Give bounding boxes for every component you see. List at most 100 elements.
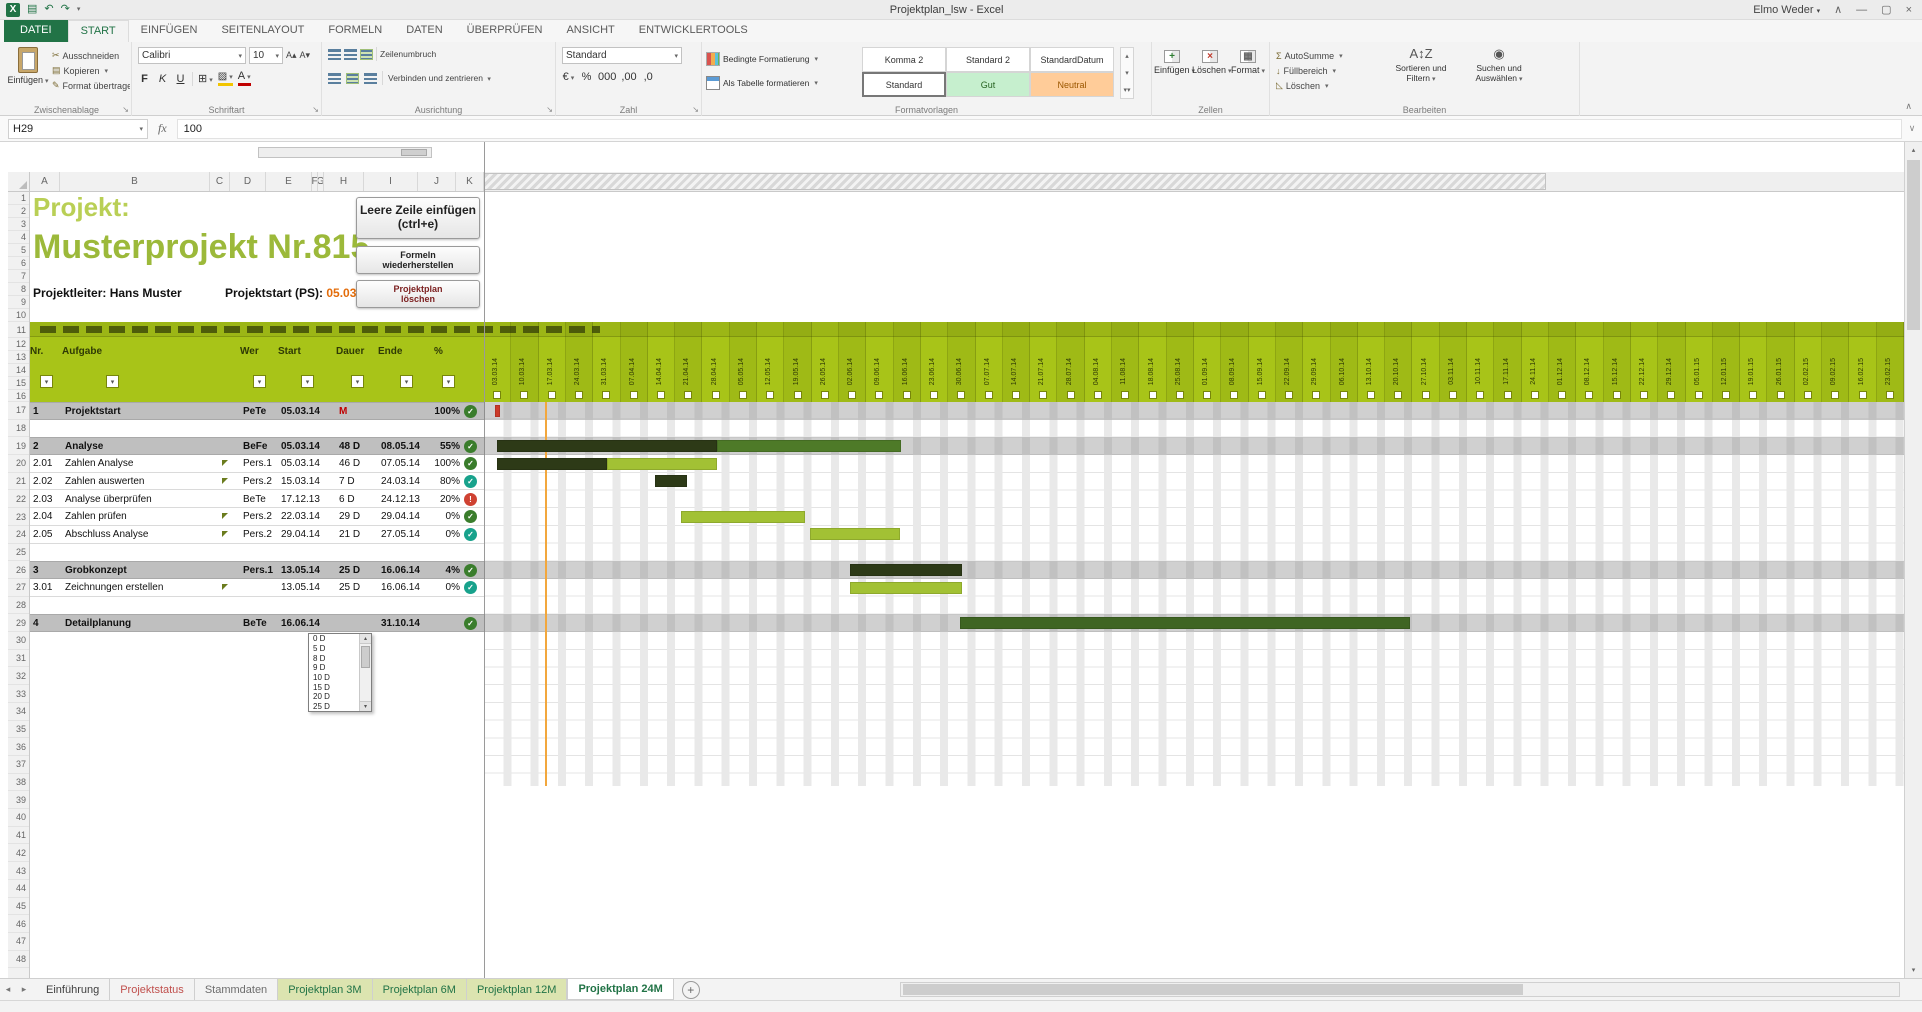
cell-pct-3.01[interactable]: 0% — [434, 579, 462, 596]
cell-pct-2.02[interactable]: 80% — [434, 473, 462, 490]
cell-task-3.01[interactable]: Zeichnungen erstellen — [62, 579, 220, 596]
style-standard[interactable]: Standard — [862, 72, 946, 97]
row-header-1[interactable]: 1 — [8, 192, 29, 205]
cell-task-2.03[interactable]: Analyse überprüfen — [62, 491, 220, 508]
gantt-scrollbar[interactable] — [484, 172, 1904, 192]
duration-option-0-d[interactable]: 0 D — [309, 634, 359, 644]
fill-color-button[interactable]: ▨▾ — [218, 71, 233, 86]
cell-ende-2.04[interactable]: 29.04.14 — [378, 508, 434, 525]
cell-wer-3[interactable]: Pers.1 — [240, 562, 278, 579]
cell-ende-4[interactable]: 31.10.14 — [378, 615, 434, 632]
gantt-filter-box[interactable] — [1340, 391, 1348, 399]
font-name-select[interactable]: Calibri▾ — [138, 47, 246, 64]
dialog-launcher-icon[interactable]: ↘ — [546, 105, 553, 114]
row-header-14[interactable]: 14 — [8, 364, 29, 377]
row-header-31[interactable]: 31 — [8, 650, 29, 668]
sheet-tab-projektplan-3m[interactable]: Projektplan 3M — [278, 979, 372, 1000]
row-header-48[interactable]: 48 — [8, 951, 29, 969]
cell-dauer-2.02[interactable]: 7 D — [336, 473, 378, 490]
row-header-5[interactable]: 5 — [8, 244, 29, 257]
cell-pct-2.04[interactable]: 0% — [434, 508, 462, 525]
row-header-29[interactable]: 29 — [8, 614, 29, 632]
gantt-filter-box[interactable] — [1012, 391, 1020, 399]
format-painter-button[interactable]: ✎Format übertragen — [52, 78, 130, 93]
column-header-J[interactable]: J — [418, 172, 456, 191]
cell-nr-1[interactable]: 1 — [30, 403, 62, 420]
sheet-tab-projektplan-12m[interactable]: Projektplan 12M — [467, 979, 568, 1000]
cell-start-3.01[interactable]: 13.05.14 — [278, 579, 336, 596]
ribbon-tab-ansicht[interactable]: ANSICHT — [554, 20, 626, 42]
gantt-filter-box[interactable] — [1749, 391, 1757, 399]
align-top-icon[interactable] — [328, 49, 341, 60]
scroll-down-icon[interactable]: ▾ — [360, 701, 371, 711]
minimize-button[interactable]: — — [1856, 4, 1867, 16]
add-sheet-button[interactable]: + — [682, 981, 700, 999]
save-icon[interactable]: ▤ — [27, 4, 37, 15]
decrease-font-icon[interactable]: A▾ — [300, 50, 311, 61]
row-header-47[interactable]: 47 — [8, 933, 29, 951]
column-header-A[interactable]: A — [30, 172, 60, 191]
bold-button[interactable]: F — [138, 73, 151, 85]
cell-ende-2.02[interactable]: 24.03.14 — [378, 473, 434, 490]
row-header-6[interactable]: 6 — [8, 257, 29, 270]
gantt-filter-box[interactable] — [1230, 391, 1238, 399]
gantt-filter-box[interactable] — [1067, 391, 1075, 399]
style-standard-2[interactable]: Standard 2 — [946, 47, 1030, 72]
ribbon-tab-berpr-fen[interactable]: ÜBERPRÜFEN — [455, 20, 555, 42]
row-header-36[interactable]: 36 — [8, 738, 29, 756]
formula-bar-expand-icon[interactable]: ∨ — [1902, 123, 1922, 134]
style-gut[interactable]: Gut — [946, 72, 1030, 97]
row-header-46[interactable]: 46 — [8, 915, 29, 933]
gantt-filter-box[interactable] — [1149, 391, 1157, 399]
cell-nr-2[interactable]: 2 — [30, 438, 62, 455]
cell-dauer-3[interactable]: 25 D — [336, 562, 378, 579]
duration-option-10-d[interactable]: 10 D — [309, 673, 359, 683]
cell-pct-1[interactable]: 100% — [434, 403, 462, 420]
cell-nr-3[interactable]: 3 — [30, 562, 62, 579]
insert-empty-row-button[interactable]: Leere Zeile einfügen(ctrl+e) — [356, 197, 480, 239]
borders-button[interactable]: ⊞▾ — [198, 72, 213, 85]
cell-task-2.05[interactable]: Abschluss Analyse — [62, 526, 220, 543]
dialog-launcher-icon[interactable]: ↘ — [312, 105, 319, 114]
gantt-filter-box[interactable] — [1585, 391, 1593, 399]
delete-cells-button[interactable]: ×Löschen▾ — [1192, 50, 1228, 75]
filter-button-4[interactable]: ▾ — [351, 375, 364, 388]
gantt-filter-box[interactable] — [1667, 391, 1675, 399]
horizontal-scrollbar-thumb[interactable] — [903, 984, 1523, 995]
increase-font-icon[interactable]: A▴ — [286, 50, 297, 61]
gantt-bar-row17[interactable] — [495, 405, 500, 417]
gantt-filter-box[interactable] — [957, 391, 965, 399]
cell-nr-3.01[interactable]: 3.01 — [30, 579, 62, 596]
align-bottom-icon[interactable] — [360, 49, 373, 60]
row-header-4[interactable]: 4 — [8, 231, 29, 244]
number-format-select[interactable]: Standard▾ — [562, 47, 682, 64]
font-size-select[interactable]: 10▾ — [249, 47, 283, 64]
cell-wer-2.02[interactable]: Pers.2 — [240, 473, 278, 490]
insert-function-icon[interactable]: fx — [158, 121, 167, 136]
wrap-text-button[interactable]: Zeilenumbruch — [380, 49, 436, 59]
cell-wer-2.04[interactable]: Pers.2 — [240, 508, 278, 525]
horizontal-scrollbar[interactable] — [900, 982, 1900, 997]
ribbon-tab-einf-gen[interactable]: EINFÜGEN — [129, 20, 210, 42]
row-header-3[interactable]: 3 — [8, 218, 29, 231]
row-header-16[interactable]: 16 — [8, 390, 29, 402]
row-header-30[interactable]: 30 — [8, 632, 29, 650]
column-header-D[interactable]: D — [230, 172, 266, 191]
close-button[interactable]: × — [1906, 4, 1912, 16]
ribbon-tab-seitenlayout[interactable]: SEITENLAYOUT — [209, 20, 316, 42]
gantt-filter-box[interactable] — [848, 391, 856, 399]
sheet-nav-right-icon[interactable]: ▸ — [16, 984, 32, 995]
column-header-E[interactable]: E — [266, 172, 312, 191]
align-middle-icon[interactable] — [344, 49, 357, 60]
dropdown-scroll-thumb[interactable] — [361, 646, 370, 668]
gantt-filter-box[interactable] — [1367, 391, 1375, 399]
cell-start-2[interactable]: 05.03.14 — [278, 438, 336, 455]
row-header-13[interactable]: 13 — [8, 351, 29, 364]
gantt-filter-box[interactable] — [1886, 391, 1894, 399]
align-left-icon[interactable] — [328, 73, 341, 84]
gantt-bar-row27[interactable] — [850, 582, 962, 594]
cell-wer-2.05[interactable]: Pers.2 — [240, 526, 278, 543]
gantt-filter-box[interactable] — [1039, 391, 1047, 399]
column-header-B[interactable]: B — [60, 172, 210, 191]
scroll-down-icon[interactable]: ▾ — [1905, 962, 1922, 978]
